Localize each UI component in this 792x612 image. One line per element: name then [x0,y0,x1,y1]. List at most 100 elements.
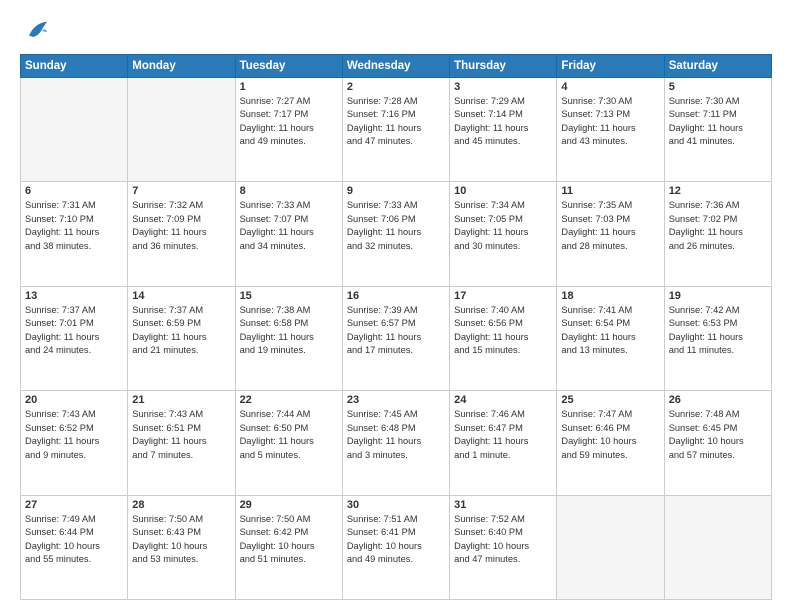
day-info: Sunrise: 7:37 AM Sunset: 6:59 PM Dayligh… [132,304,230,358]
calendar-cell: 8 Sunrise: 7:33 AM Sunset: 7:07 PM Daylig… [235,182,342,286]
calendar-cell: 3Sunrise: 7:29 AM Sunset: 7:14 PM Daylig… [450,78,557,182]
day-info: Sunrise: 7:43 AM Sunset: 6:52 PM Dayligh… [25,408,123,462]
calendar-cell: 24 Sunrise: 7:46 AM Sunset: 6:47 PM Dayli… [450,391,557,495]
calendar-header-thursday: Thursday [450,55,557,78]
calendar-header-sunday: Sunday [21,55,128,78]
day-number: 3 [454,81,552,93]
calendar-cell [664,495,771,599]
calendar-table: SundayMondayTuesdayWednesdayThursdayFrid… [20,54,772,600]
page: SundayMondayTuesdayWednesdayThursdayFrid… [0,0,792,612]
day-info: Sunrise: 7:37 AM Sunset: 7:01 PM Dayligh… [25,304,123,358]
day-number: 15 [240,290,338,302]
calendar-header-wednesday: Wednesday [342,55,449,78]
calendar-cell [128,78,235,182]
day-number: 25 [561,394,659,406]
day-number: 19 [669,290,767,302]
calendar-cell [21,78,128,182]
day-info: Sunrise: 7:44 AM Sunset: 6:50 PM Dayligh… [240,408,338,462]
day-number: 23 [347,394,445,406]
day-number: 14 [132,290,230,302]
calendar-week-row: 20 Sunrise: 7:43 AM Sunset: 6:52 PM Dayli… [21,391,772,495]
day-number: 6 [25,185,123,197]
calendar-cell: 6 Sunrise: 7:31 AM Sunset: 7:10 PM Daylig… [21,182,128,286]
calendar-header-row: SundayMondayTuesdayWednesdayThursdayFrid… [21,55,772,78]
day-number: 13 [25,290,123,302]
calendar-cell: 26 Sunrise: 7:48 AM Sunset: 6:45 PM Dayli… [664,391,771,495]
day-info: Sunrise: 7:36 AM Sunset: 7:02 PM Dayligh… [669,199,767,253]
day-info: Sunrise: 7:50 AM Sunset: 6:43 PM Dayligh… [132,513,230,567]
calendar-cell: 27 Sunrise: 7:49 AM Sunset: 6:44 PM Dayli… [21,495,128,599]
day-number: 17 [454,290,552,302]
day-info: Sunrise: 7:41 AM Sunset: 6:54 PM Dayligh… [561,304,659,358]
calendar-cell: 1Sunrise: 7:27 AM Sunset: 7:17 PM Daylig… [235,78,342,182]
day-info: Sunrise: 7:31 AM Sunset: 7:10 PM Dayligh… [25,199,123,253]
day-number: 5 [669,81,767,93]
day-number: 2 [347,81,445,93]
calendar-header-friday: Friday [557,55,664,78]
day-info: Sunrise: 7:35 AM Sunset: 7:03 PM Dayligh… [561,199,659,253]
calendar-cell [557,495,664,599]
day-info: Sunrise: 7:30 AM Sunset: 7:11 PM Dayligh… [669,95,767,149]
calendar-cell: 19 Sunrise: 7:42 AM Sunset: 6:53 PM Dayli… [664,286,771,390]
day-number: 10 [454,185,552,197]
calendar-week-row: 1Sunrise: 7:27 AM Sunset: 7:17 PM Daylig… [21,78,772,182]
calendar-cell: 21 Sunrise: 7:43 AM Sunset: 6:51 PM Dayli… [128,391,235,495]
day-number: 9 [347,185,445,197]
day-info: Sunrise: 7:51 AM Sunset: 6:41 PM Dayligh… [347,513,445,567]
calendar-cell: 29Sunrise: 7:50 AM Sunset: 6:42 PM Dayli… [235,495,342,599]
calendar-cell: 18 Sunrise: 7:41 AM Sunset: 6:54 PM Dayli… [557,286,664,390]
calendar-cell: 7 Sunrise: 7:32 AM Sunset: 7:09 PM Daylig… [128,182,235,286]
day-number: 20 [25,394,123,406]
calendar-cell: 20 Sunrise: 7:43 AM Sunset: 6:52 PM Dayli… [21,391,128,495]
day-number: 21 [132,394,230,406]
day-number: 8 [240,185,338,197]
day-number: 16 [347,290,445,302]
day-info: Sunrise: 7:43 AM Sunset: 6:51 PM Dayligh… [132,408,230,462]
day-info: Sunrise: 7:42 AM Sunset: 6:53 PM Dayligh… [669,304,767,358]
day-info: Sunrise: 7:48 AM Sunset: 6:45 PM Dayligh… [669,408,767,462]
day-info: Sunrise: 7:32 AM Sunset: 7:09 PM Dayligh… [132,199,230,253]
day-number: 12 [669,185,767,197]
day-info: Sunrise: 7:39 AM Sunset: 6:57 PM Dayligh… [347,304,445,358]
day-info: Sunrise: 7:49 AM Sunset: 6:44 PM Dayligh… [25,513,123,567]
day-number: 26 [669,394,767,406]
day-number: 27 [25,499,123,511]
calendar-cell: 2 Sunrise: 7:28 AM Sunset: 7:16 PM Daylig… [342,78,449,182]
day-number: 4 [561,81,659,93]
calendar-cell: 5 Sunrise: 7:30 AM Sunset: 7:11 PM Daylig… [664,78,771,182]
day-number: 18 [561,290,659,302]
calendar-week-row: 27 Sunrise: 7:49 AM Sunset: 6:44 PM Dayli… [21,495,772,599]
calendar-cell: 22 Sunrise: 7:44 AM Sunset: 6:50 PM Dayli… [235,391,342,495]
day-info: Sunrise: 7:46 AM Sunset: 6:47 PM Dayligh… [454,408,552,462]
day-number: 28 [132,499,230,511]
calendar-cell: 4 Sunrise: 7:30 AM Sunset: 7:13 PM Daylig… [557,78,664,182]
day-info: Sunrise: 7:45 AM Sunset: 6:48 PM Dayligh… [347,408,445,462]
calendar-cell: 25 Sunrise: 7:47 AM Sunset: 6:46 PM Dayli… [557,391,664,495]
day-info: Sunrise: 7:52 AM Sunset: 6:40 PM Dayligh… [454,513,552,567]
day-info: Sunrise: 7:50 AM Sunset: 6:42 PM Dayligh… [240,513,338,567]
day-number: 22 [240,394,338,406]
calendar-cell: 31 Sunrise: 7:52 AM Sunset: 6:40 PM Dayli… [450,495,557,599]
calendar-cell: 11Sunrise: 7:35 AM Sunset: 7:03 PM Dayli… [557,182,664,286]
logo [20,16,50,44]
calendar-cell: 23 Sunrise: 7:45 AM Sunset: 6:48 PM Dayli… [342,391,449,495]
calendar-header-tuesday: Tuesday [235,55,342,78]
day-info: Sunrise: 7:40 AM Sunset: 6:56 PM Dayligh… [454,304,552,358]
calendar-cell: 28 Sunrise: 7:50 AM Sunset: 6:43 PM Dayli… [128,495,235,599]
day-info: Sunrise: 7:30 AM Sunset: 7:13 PM Dayligh… [561,95,659,149]
day-info: Sunrise: 7:28 AM Sunset: 7:16 PM Dayligh… [347,95,445,149]
calendar-cell: 14 Sunrise: 7:37 AM Sunset: 6:59 PM Dayli… [128,286,235,390]
day-info: Sunrise: 7:33 AM Sunset: 7:07 PM Dayligh… [240,199,338,253]
day-info: Sunrise: 7:38 AM Sunset: 6:58 PM Dayligh… [240,304,338,358]
calendar-cell: 12 Sunrise: 7:36 AM Sunset: 7:02 PM Dayli… [664,182,771,286]
day-number: 24 [454,394,552,406]
day-info: Sunrise: 7:33 AM Sunset: 7:06 PM Dayligh… [347,199,445,253]
day-number: 30 [347,499,445,511]
day-number: 31 [454,499,552,511]
calendar-week-row: 13 Sunrise: 7:37 AM Sunset: 7:01 PM Dayli… [21,286,772,390]
day-number: 7 [132,185,230,197]
day-info: Sunrise: 7:47 AM Sunset: 6:46 PM Dayligh… [561,408,659,462]
calendar-cell: 17 Sunrise: 7:40 AM Sunset: 6:56 PM Dayli… [450,286,557,390]
calendar-cell: 30 Sunrise: 7:51 AM Sunset: 6:41 PM Dayli… [342,495,449,599]
logo-bird-icon [22,16,50,44]
